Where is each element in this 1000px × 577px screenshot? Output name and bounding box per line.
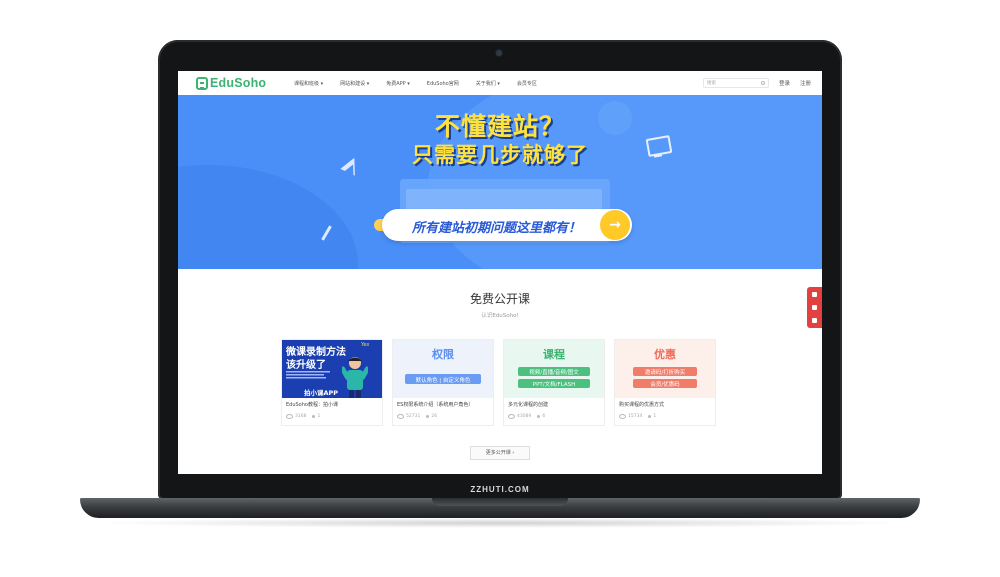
logo-mark-icon bbox=[196, 76, 208, 90]
student-count: 1 bbox=[317, 414, 321, 419]
chat-icon[interactable] bbox=[812, 318, 817, 323]
view-count: 15734 bbox=[628, 414, 643, 419]
section-title: 免费公开课 bbox=[469, 292, 530, 306]
eye-icon bbox=[286, 414, 293, 419]
student-count: 1 bbox=[653, 414, 657, 419]
thumb-subline: 会员/优惠码 bbox=[650, 382, 680, 388]
course-meta: 43089 6 bbox=[508, 414, 545, 419]
logo-text: EduSoho bbox=[210, 76, 267, 90]
course-thumbnail[interactable]: 微课录制方法 该升级了 Yes 拍小课APP bbox=[282, 340, 382, 398]
hero-banner[interactable]: 不懂建站？ 只需要几步就够了 所有建站初期问题这里都有！ → bbox=[178, 95, 822, 269]
menu-item-free-app[interactable]: 免费APP ▾ bbox=[386, 80, 410, 87]
thumb-subline: 视频/直播/音频/图文 bbox=[529, 370, 579, 376]
course-card[interactable]: 优惠 邀请码/打折购买 会员/优惠码 购买课程的优惠方式 15734 1 bbox=[614, 339, 716, 426]
search-placeholder: 搜索 bbox=[707, 81, 716, 86]
menu-item-about[interactable]: 关于我们 ▾ bbox=[476, 80, 500, 87]
banner-cta-text: 所有建站初期问题这里都有！ bbox=[412, 221, 582, 236]
search-icon[interactable] bbox=[761, 81, 765, 85]
course-title[interactable]: 购买课程的优惠方式 bbox=[619, 401, 664, 408]
banner-headline-1: 不懂建站？ bbox=[434, 112, 565, 141]
site-logo[interactable]: EduSoho bbox=[196, 75, 266, 91]
course-title[interactable]: 多元化课程的创建 bbox=[508, 401, 548, 408]
view-count: 3168 bbox=[295, 414, 307, 419]
menu-item-courses[interactable]: 课程和班级 ▾ bbox=[294, 80, 323, 87]
floating-contact-bar bbox=[807, 287, 822, 328]
user-icon bbox=[537, 415, 541, 418]
user-icon bbox=[648, 415, 652, 418]
user-icon bbox=[312, 415, 316, 418]
bezel-label: ZZHUTI.COM bbox=[470, 485, 530, 494]
course-thumbnail[interactable]: 权限 默认角色 | 自定义角色 bbox=[393, 340, 493, 398]
camera-icon bbox=[496, 50, 502, 56]
eye-icon bbox=[619, 414, 626, 419]
thumb-headline: 该升级了 bbox=[286, 360, 326, 371]
course-title[interactable]: EduSoho教程：拍小课 bbox=[286, 401, 338, 408]
thumb-headline: 权限 bbox=[432, 348, 454, 361]
course-card[interactable]: 微课录制方法 该升级了 Yes 拍小课APP EduSoho教程：拍小课 316… bbox=[281, 339, 383, 426]
arrow-right-icon[interactable]: → bbox=[600, 210, 630, 240]
thumb-subline: 邀请码/打折购买 bbox=[644, 370, 686, 376]
course-list: 微课录制方法 该升级了 Yes 拍小课APP EduSoho教程：拍小课 316… bbox=[281, 339, 721, 427]
user-icon bbox=[426, 415, 430, 418]
course-thumbnail[interactable]: 课程 视频/直播/音频/图文 PPT/文档/FLASH bbox=[504, 340, 604, 398]
course-thumbnail[interactable]: 优惠 邀请码/打折购买 会员/优惠码 bbox=[615, 340, 715, 398]
course-meta: 3168 1 bbox=[286, 414, 320, 419]
thumb-badge: Yes bbox=[361, 342, 370, 348]
thumb-subline: PPT/文档/FLASH bbox=[532, 382, 576, 388]
laptop-notch bbox=[432, 498, 568, 506]
menu-item-members[interactable]: 会员专区 bbox=[517, 80, 537, 87]
thumb-text-lines bbox=[286, 371, 330, 379]
eye-icon bbox=[508, 414, 515, 419]
student-count: 26 bbox=[431, 414, 438, 419]
laptop-frame: ZZHUTI.COM EduSoho 课程和班级 ▾ 网站和建设 ▾ 免费APP… bbox=[0, 0, 1000, 577]
register-link[interactable]: 注册 bbox=[800, 79, 811, 87]
view-count: 43089 bbox=[517, 414, 532, 419]
section-subtitle: 认识EduSoho! bbox=[481, 313, 519, 319]
main-menu: 课程和班级 ▾ 网站和建设 ▾ 免费APP ▾ EduSoho官网 关于我们 ▾… bbox=[294, 71, 554, 95]
course-meta: 15734 1 bbox=[619, 414, 656, 419]
course-title[interactable]: ES权限系统介绍（系统用户角色） bbox=[397, 401, 473, 408]
course-card[interactable]: 课程 视频/直播/音频/图文 PPT/文档/FLASH 多元化课程的创建 430… bbox=[503, 339, 605, 426]
search-input[interactable]: 搜索 bbox=[703, 78, 769, 88]
login-link[interactable]: 登录 bbox=[779, 79, 790, 87]
screen: EduSoho 课程和班级 ▾ 网站和建设 ▾ 免费APP ▾ EduSoho官… bbox=[178, 71, 822, 474]
course-meta: 52731 26 bbox=[397, 414, 437, 419]
thumb-subline: 默认角色 | 自定义角色 bbox=[415, 378, 471, 384]
menu-item-site-building[interactable]: 网站和建设 ▾ bbox=[340, 80, 369, 87]
student-count: 6 bbox=[542, 414, 546, 419]
eye-icon bbox=[397, 414, 404, 419]
laptop-shadow bbox=[90, 518, 910, 528]
top-nav: EduSoho 课程和班级 ▾ 网站和建设 ▾ 免费APP ▾ EduSoho官… bbox=[178, 71, 822, 96]
phone-icon[interactable] bbox=[812, 305, 817, 310]
view-count: 52731 bbox=[406, 414, 421, 419]
menu-item-official-site[interactable]: EduSoho官网 bbox=[427, 80, 459, 87]
thumb-headline: 优惠 bbox=[654, 348, 676, 361]
banner-headline-2: 只需要几步就够了 bbox=[412, 143, 588, 167]
course-card[interactable]: 权限 默认角色 | 自定义角色 ES权限系统介绍（系统用户角色） 52731 2… bbox=[392, 339, 494, 426]
person-illustration bbox=[342, 357, 368, 398]
banner-blob bbox=[178, 165, 358, 269]
thumb-app-label: 拍小课APP bbox=[304, 389, 339, 397]
thumb-headline: 课程 bbox=[543, 348, 565, 361]
more-courses-button[interactable]: 更多公开课 › bbox=[470, 446, 530, 460]
qrcode-icon[interactable] bbox=[812, 292, 817, 297]
banner-cta-button[interactable]: 所有建站初期问题这里都有！ → bbox=[382, 209, 632, 241]
